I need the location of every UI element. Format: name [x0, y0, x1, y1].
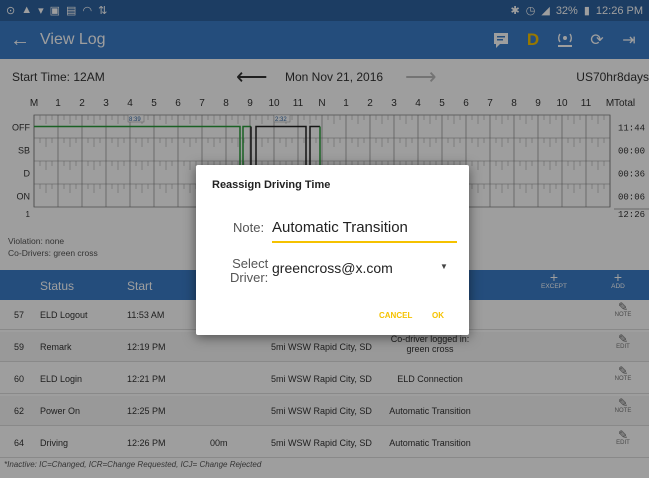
dropdown-caret-icon[interactable]: ▼	[440, 262, 448, 271]
note-label: Note:	[233, 220, 265, 235]
select-label-line1: Select	[232, 256, 269, 271]
note-input[interactable]	[272, 213, 457, 243]
ok-button[interactable]: OK	[432, 311, 444, 320]
cancel-button[interactable]: CANCEL	[379, 311, 412, 320]
reassign-driving-dialog: Reassign Driving Time Note: Select Drive…	[196, 165, 469, 335]
dialog-title: Reassign Driving Time	[212, 179, 331, 191]
driver-select[interactable]: greencross@x.com	[272, 260, 393, 276]
select-driver-label: Select Driver:	[230, 257, 268, 285]
select-label-line2: Driver:	[230, 270, 269, 285]
app-screen: ⊙ ▲ ▾ ▣ ▤ ◠ ⇅ ✱ ◷ ◢ 32% ▮ 12:26 PM ← Vie…	[0, 0, 649, 478]
